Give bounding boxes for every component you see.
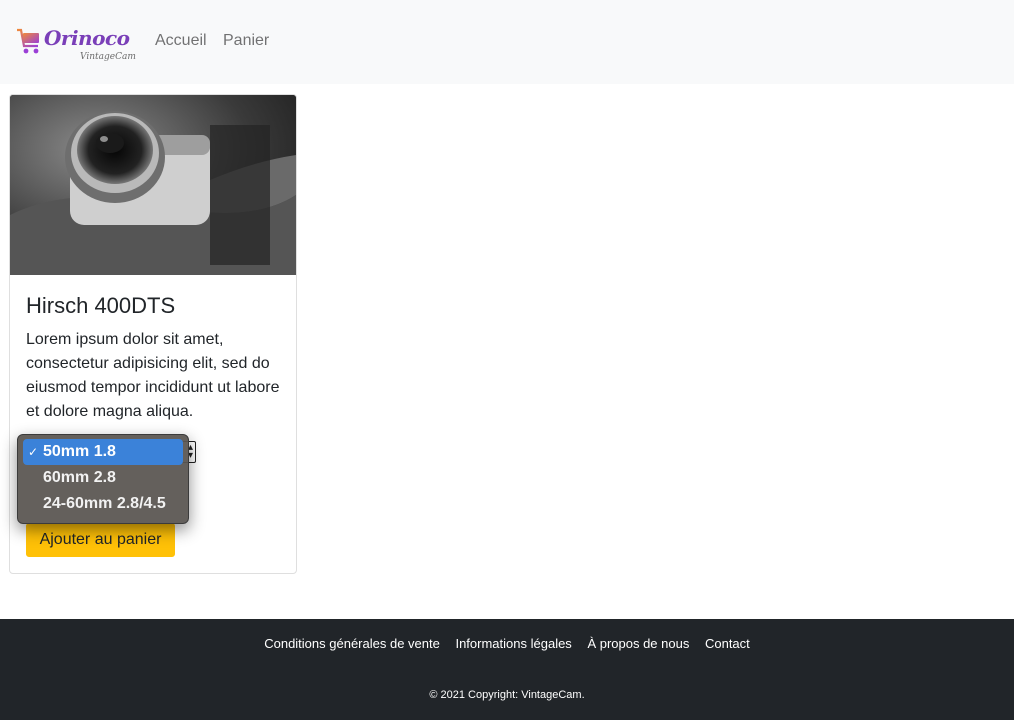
checkmark-icon: ✓ xyxy=(28,445,39,459)
camera-photo xyxy=(10,95,296,275)
product-title: Hirsch 400DTS xyxy=(26,293,176,318)
footer: Conditions générales de vente Informatio… xyxy=(0,619,1014,720)
product-image xyxy=(10,95,296,275)
nav-link-accueil[interactable]: Accueil xyxy=(155,31,207,51)
shopping-cart-icon xyxy=(17,28,39,54)
dropdown-option-selected[interactable]: ✓ 50mm 1.8 xyxy=(23,439,183,465)
footer-link-contact[interactable]: Contact xyxy=(705,636,750,651)
dropdown-option-label: 24-60mm 2.8/4.5 xyxy=(43,495,166,512)
copyright: © 2021 Copyright: VintageCam. xyxy=(429,689,585,701)
dropdown-option[interactable]: 24-60mm 2.8/4.5 xyxy=(23,491,183,517)
add-to-cart-button[interactable]: Ajouter au panier xyxy=(26,523,175,557)
logo-brand: Orinoco xyxy=(44,26,130,50)
product-description: Lorem ipsum dolor sit amet, consectetur … xyxy=(26,331,280,420)
dropdown-option[interactable]: 60mm 2.8 xyxy=(23,465,183,491)
footer-link-legal[interactable]: Informations légales xyxy=(455,636,571,651)
dropdown-option-label: 50mm 1.8 xyxy=(43,443,116,460)
footer-link-about[interactable]: À propos de nous xyxy=(587,636,689,651)
logo-tagline: VintageCam xyxy=(80,52,136,62)
logo[interactable]: Orinoco VintageCam xyxy=(16,22,136,72)
navbar: Orinoco VintageCam Accueil Panier xyxy=(0,0,1014,84)
lens-dropdown-menu: ✓ 50mm 1.8 60mm 2.8 24-60mm 2.8/4.5 xyxy=(17,434,189,524)
footer-links: Conditions générales de vente Informatio… xyxy=(0,636,1014,652)
nav-link-panier[interactable]: Panier xyxy=(223,31,269,51)
dropdown-option-label: 60mm 2.8 xyxy=(43,469,116,486)
footer-link-cgv[interactable]: Conditions générales de vente xyxy=(264,636,440,651)
